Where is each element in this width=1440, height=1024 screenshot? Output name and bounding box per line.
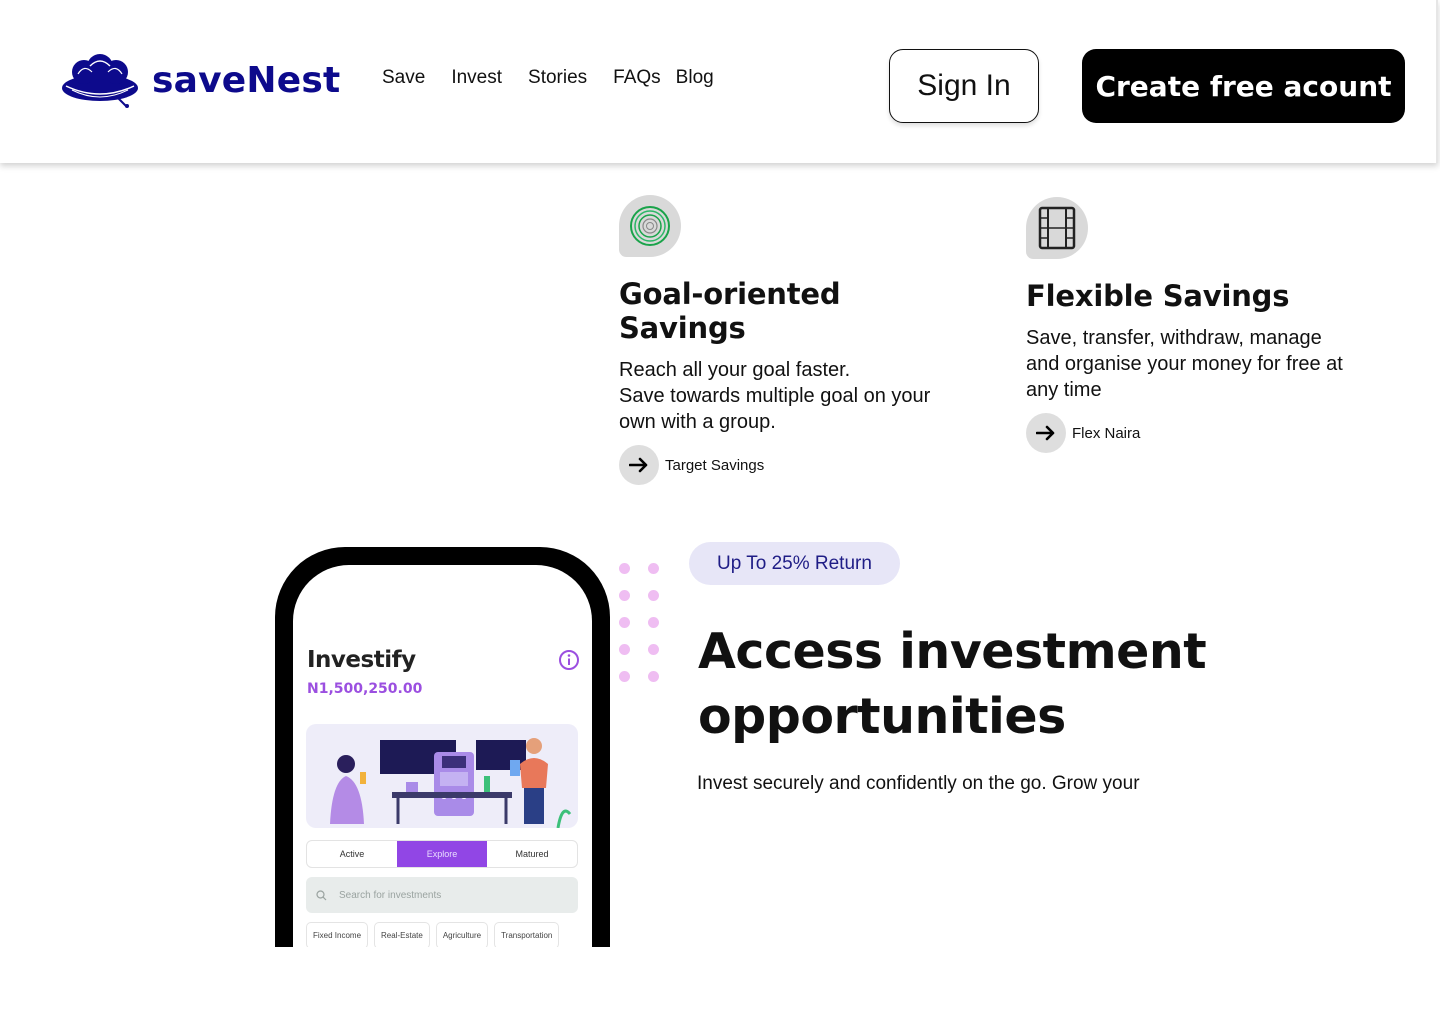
feature-title: Flexible Savings [1026, 279, 1290, 313]
search-icon [316, 889, 327, 900]
chip-agriculture[interactable]: Agriculture [435, 922, 489, 947]
feature-description: Reach all your goal faster. Save towards… [619, 359, 931, 433]
target-rings-icon [619, 195, 681, 257]
feature-flexible-savings: Flexible Savings Save, transfer, withdra… [1026, 197, 1356, 453]
nav-item-save[interactable]: Save [382, 67, 425, 89]
flex-naira-link[interactable]: Flex Naira [1026, 413, 1356, 453]
link-label: Flex Naira [1072, 424, 1141, 442]
feature-title: Goal-oriented Savings [619, 277, 841, 345]
link-label: Target Savings [665, 456, 765, 474]
phone-screen: Investify N1,500,250.00 Active Explore M… [293, 565, 592, 947]
phone-mockup: Investify N1,500,250.00 Active Explore M… [275, 547, 610, 947]
chip-fixed-income[interactable]: Fixed Income [306, 922, 369, 947]
create-account-button[interactable]: Create free acount [1082, 49, 1405, 123]
chip-real-estate[interactable]: Real-Estate [374, 922, 430, 947]
sign-in-button[interactable]: Sign In [889, 49, 1039, 123]
search-investments-input[interactable]: Search for investments [306, 877, 578, 913]
brand-name: saveNest [152, 59, 341, 101]
arrow-right-icon [619, 445, 659, 485]
investment-tabs: Active Explore Matured [306, 840, 578, 868]
nest-logo-icon [62, 54, 138, 108]
main-nav: Save Invest Stories FAQs Blog [382, 67, 714, 89]
nav-item-stories[interactable]: Stories [528, 67, 587, 89]
chip-transportation[interactable]: Transportation [494, 922, 560, 947]
investment-heading: Access investment opportunities [698, 623, 1207, 745]
tab-active[interactable]: Active [307, 841, 397, 867]
tab-explore[interactable]: Explore [397, 841, 487, 867]
feature-description: Save, transfer, withdraw, manage and org… [1026, 327, 1343, 401]
film-strip-icon [1026, 197, 1088, 259]
investment-illustration [306, 724, 578, 828]
target-savings-link[interactable]: Target Savings [619, 445, 959, 485]
search-placeholder: Search for investments [339, 889, 442, 901]
return-badge: Up To 25% Return [689, 542, 900, 585]
logo[interactable]: saveNest [60, 52, 340, 108]
investment-description: Invest securely and confidently on the g… [697, 773, 1140, 794]
feature-goal-savings: Goal-oriented Savings Reach all your goa… [619, 195, 959, 485]
app-title: Investify [307, 647, 416, 673]
balance-amount: N1,500,250.00 [307, 681, 423, 697]
site-header: saveNest Save Invest Stories FAQs Blog S… [0, 0, 1438, 163]
nav-item-blog[interactable]: Blog [676, 67, 714, 89]
tab-matured[interactable]: Matured [487, 841, 577, 867]
category-chips: Fixed Income Real-Estate Agriculture Tra… [306, 922, 565, 947]
info-icon [558, 649, 580, 675]
arrow-right-icon [1026, 413, 1066, 453]
nav-item-invest[interactable]: Invest [451, 67, 502, 89]
nav-item-faqs[interactable]: FAQs [613, 67, 661, 89]
